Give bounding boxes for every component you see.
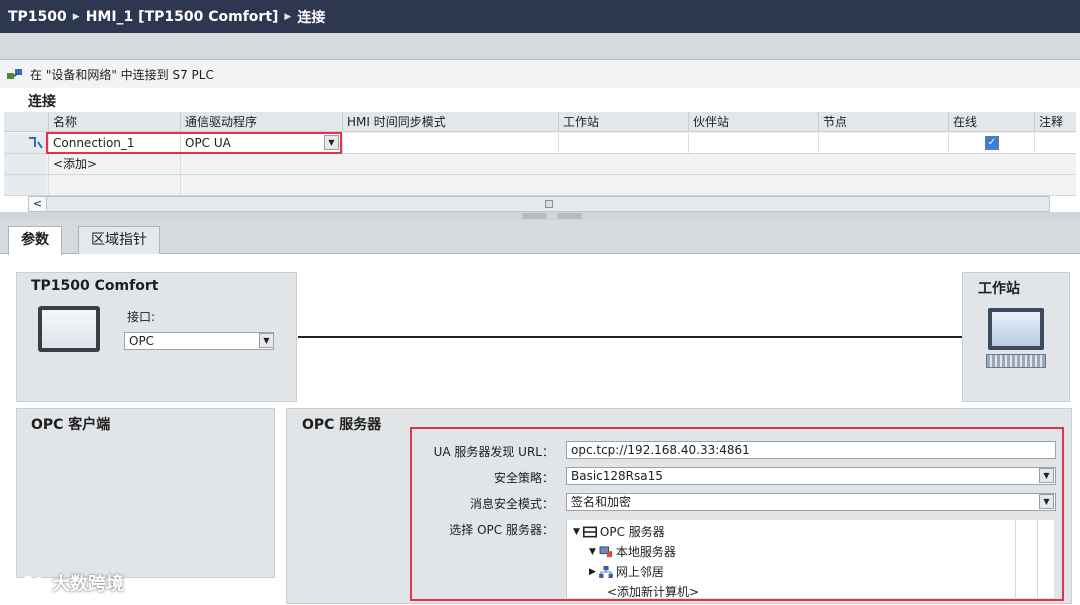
tree-item-local-server[interactable]: ▼ 本地服务器: [589, 543, 676, 560]
tab-parameters[interactable]: 参数: [8, 226, 62, 255]
watermark: 大数跨境: [6, 570, 124, 596]
opc-client-title: OPC 客户端: [31, 417, 111, 433]
column-header[interactable]: 工作站: [558, 112, 688, 132]
comment-cell[interactable]: [1034, 133, 1076, 153]
table-cell: [48, 175, 180, 195]
table-cell: [180, 154, 342, 174]
url-label: UA 服务器发现 URL：: [433, 445, 554, 459]
hmi-device-icon[interactable]: [38, 306, 100, 352]
expand-right-icon[interactable]: ▶: [589, 567, 596, 577]
policy-label: 安全策略：: [493, 471, 554, 485]
toolbar: [0, 33, 1080, 60]
network-line: [298, 336, 964, 338]
scroll-left-icon[interactable]: <: [29, 197, 47, 211]
tree-network-label: 网上邻居: [615, 565, 664, 579]
column-header[interactable]: 伙伴站: [688, 112, 818, 132]
breadcrumb-device[interactable]: HMI_1 [TP1500 Comfort]: [86, 9, 279, 25]
table-row: [4, 175, 1076, 196]
collapse-down-icon[interactable]: [558, 213, 582, 219]
opc-server-title: OPC 服务器: [302, 417, 382, 433]
tab-area-pointer[interactable]: 区域指针: [78, 226, 160, 254]
partner-cell[interactable]: [688, 133, 818, 153]
connections-table: 名称 通信驱动程序 HMI 时间同步模式 工作站 伙伴站 节点 在线 注释 Co…: [4, 112, 1076, 196]
mode-select[interactable]: 签名和加密: [566, 493, 1056, 511]
table-row[interactable]: <添加>: [4, 154, 1076, 175]
table-header: 名称 通信驱动程序 HMI 时间同步模式 工作站 伙伴站 节点 在线 注释: [4, 112, 1076, 132]
panel-splitter[interactable]: [0, 212, 1080, 220]
row-header[interactable]: [4, 133, 46, 153]
column-header[interactable]: 注释: [1034, 112, 1076, 132]
breadcrumb-project[interactable]: TP1500: [8, 9, 67, 25]
breadcrumb-page: 连接: [297, 9, 326, 26]
watermark-logo-icon: [7, 576, 44, 591]
collapse-up-icon[interactable]: [522, 213, 546, 219]
connect-plc-icon[interactable]: [6, 66, 24, 82]
column-header[interactable]: 节点: [818, 112, 948, 132]
hint-text[interactable]: 在 "设备和网络" 中连接到 S7 PLC: [30, 66, 214, 83]
node-cell[interactable]: [818, 133, 948, 153]
column-header[interactable]: 名称: [48, 112, 180, 132]
selection-highlight: [46, 132, 342, 154]
column-header[interactable]: HMI 时间同步模式: [342, 112, 558, 132]
device-title: TP1500 Comfort: [31, 278, 159, 294]
workstation-pc-icon[interactable]: [986, 308, 1046, 370]
online-checkbox[interactable]: ✓: [985, 136, 999, 150]
opc-logo-icon: [582, 526, 597, 537]
tree-item-opc-servers[interactable]: ▼ OPC 服务器: [573, 523, 665, 540]
workstation-cell[interactable]: [558, 133, 688, 153]
tree-column-divider: [1015, 520, 1016, 598]
watermark-text: 大数跨境: [52, 574, 124, 595]
expand-down-icon[interactable]: ▼: [573, 527, 580, 537]
scroll-grip-icon[interactable]: [545, 200, 553, 208]
policy-select[interactable]: Basic128Rsa15: [566, 467, 1056, 485]
network-icon: [599, 565, 613, 578]
column-header[interactable]: 通信驱动程序: [180, 112, 342, 132]
breadcrumb-arrow-icon: ▶: [284, 11, 292, 22]
tree-root-label: OPC 服务器: [599, 525, 665, 539]
row-header: [4, 175, 46, 195]
interface-label: 接口:: [127, 310, 156, 324]
connection-icon: [29, 137, 43, 149]
column-header[interactable]: 在线: [948, 112, 1034, 132]
mode-label: 消息安全模式：: [469, 497, 554, 511]
tab-bar: 参数 区域指针: [0, 220, 1080, 255]
breadcrumb-arrow-icon: ▶: [72, 11, 80, 22]
hint-row: 在 "设备和网络" 中连接到 S7 PLC: [0, 60, 1080, 88]
expand-down-icon[interactable]: ▼: [589, 547, 596, 557]
policy-dropdown-icon[interactable]: ▼: [1039, 468, 1054, 483]
row-header[interactable]: [4, 154, 46, 174]
select-server-label: 选择 OPC 服务器：: [449, 523, 554, 537]
tree-column-divider: [1037, 520, 1038, 598]
add-connection-cell[interactable]: <添加>: [48, 154, 180, 174]
interface-dropdown-icon[interactable]: ▼: [259, 333, 274, 348]
horizontal-scrollbar[interactable]: <: [28, 196, 1050, 212]
table-cell: [180, 175, 342, 195]
tree-item-add-computer[interactable]: <添加新计算机>: [607, 583, 699, 600]
tree-local-label: 本地服务器: [615, 545, 676, 559]
mode-dropdown-icon[interactable]: ▼: [1039, 494, 1054, 509]
interface-select[interactable]: OPC: [124, 332, 274, 350]
tree-item-network[interactable]: ▶ 网上邻居: [589, 563, 664, 580]
url-input[interactable]: opc.tcp://192.168.40.33:4861: [566, 441, 1056, 459]
opc-server-tree[interactable]: ▼ OPC 服务器 ▼ 本地服务器 ▶ 网上邻居 <添加新计算机>: [566, 520, 1054, 600]
connections-heading: 连接: [28, 94, 56, 110]
local-server-icon: [599, 545, 612, 557]
workstation-title: 工作站: [978, 281, 1020, 297]
time-sync-cell[interactable]: [342, 133, 558, 153]
breadcrumb: TP1500 ▶ HMI_1 [TP1500 Comfort] ▶ 连接: [0, 0, 1080, 33]
